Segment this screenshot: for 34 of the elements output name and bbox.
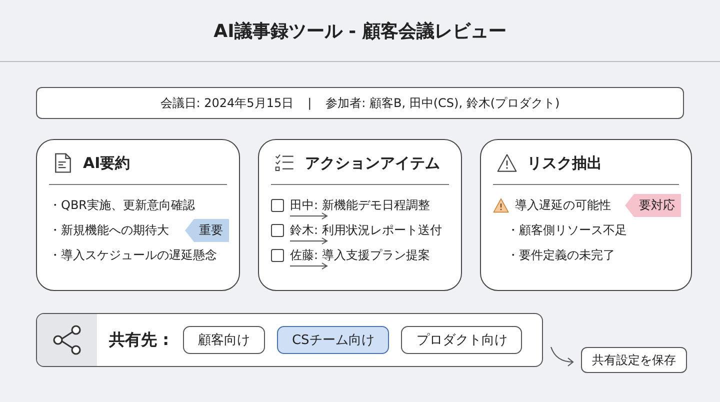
meeting-date: 会議日: 2024年5月15日	[160, 94, 294, 112]
checklist-icon	[275, 152, 295, 174]
item-text: 田中: 新機能デモ日程調整	[290, 197, 430, 214]
item-text: ・要件定義の未完了	[507, 247, 615, 264]
share-option[interactable]: 顧客向け	[182, 326, 265, 354]
item-text: 鈴木: 利用状況レポート送付	[290, 222, 442, 239]
tag-badge: 重要	[185, 219, 229, 242]
checkbox[interactable]	[271, 249, 284, 262]
card-title: アクションアイテム	[305, 154, 440, 172]
item-text: 佐藤: 導入支援プラン提案	[290, 247, 430, 264]
arrow-icon	[289, 212, 329, 220]
item-text: 導入遅延の可能性	[515, 197, 611, 214]
warning-icon	[497, 152, 517, 174]
arrow-icon	[289, 237, 329, 245]
document-icon	[53, 152, 73, 174]
page-title: AI議事録ツール - 顧客会議レビュー	[214, 20, 506, 42]
share-icon[interactable]	[52, 324, 82, 356]
item-text: ・導入スケジュールの遅延懸念	[49, 247, 217, 264]
card-title: AI要約	[83, 154, 130, 172]
participants: 参加者: 顧客B, 田中(CS), 鈴木(プロダクト)	[326, 94, 560, 112]
item-text: ・QBR実施、更新意向確認	[49, 197, 196, 214]
checkbox[interactable]	[271, 224, 284, 237]
checkbox[interactable]	[271, 199, 284, 212]
share-label: 共有先 :	[109, 330, 169, 350]
warning-icon	[493, 198, 509, 213]
card-title: リスク抽出	[527, 154, 602, 172]
share-option[interactable]: CSチーム向け	[276, 326, 390, 354]
tag-badge: 要対応	[625, 194, 681, 217]
arrow-icon	[289, 262, 329, 270]
share-option[interactable]: プロダクト向け	[401, 326, 522, 354]
item-text: ・新規機能への期待大	[49, 222, 169, 239]
item-text: ・顧客側リソース不足	[507, 222, 627, 239]
save-button[interactable]: 共有設定を保存	[581, 347, 687, 373]
separator: |	[306, 96, 313, 110]
